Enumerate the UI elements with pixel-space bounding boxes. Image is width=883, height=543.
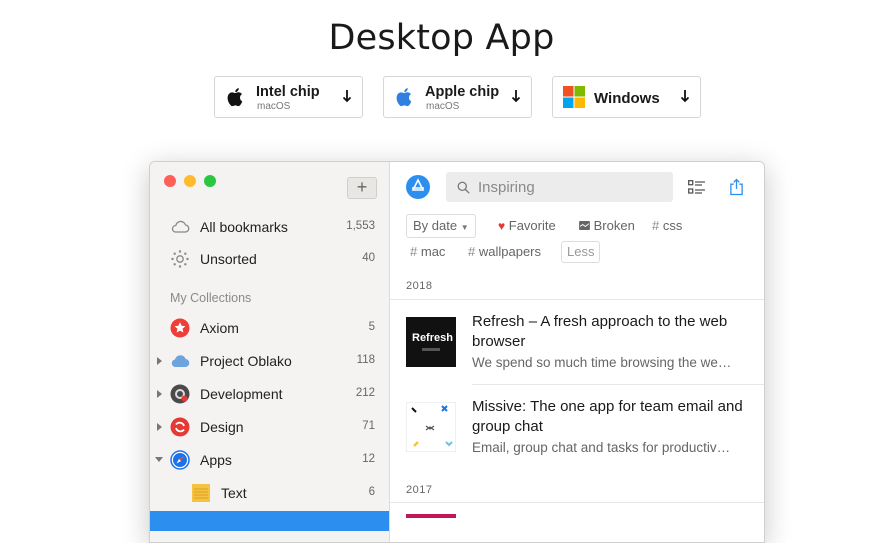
search-placeholder: Inspiring — [478, 179, 535, 196]
star-badge-icon — [170, 318, 190, 338]
expand-triangle-icon[interactable] — [157, 357, 162, 365]
hash-icon: # — [410, 244, 418, 259]
sidebar-item-label: Apps — [200, 452, 232, 468]
selected-sidebar-item[interactable] — [150, 511, 389, 531]
sidebar-item-count: 71 — [362, 420, 375, 432]
cloud-icon — [171, 355, 190, 368]
sidebar-item-text[interactable]: Text 6 — [150, 480, 389, 506]
filter-label: Broken — [593, 218, 635, 233]
download-arrow-icon — [511, 90, 521, 103]
raindrop-app-icon — [406, 175, 430, 199]
apple-chip-label: Apple chip — [425, 84, 500, 100]
cloud-icon — [171, 220, 190, 233]
sidebar-item-count: 6 — [368, 486, 375, 498]
collapse-triangle-icon[interactable] — [155, 457, 163, 462]
year-header: 2018 — [406, 280, 433, 292]
bookmark-title: Missive: The one app for team email and … — [472, 398, 743, 435]
bookmarks-pane: Inspiring By date ▼ ♥ Favorite Broken # … — [390, 162, 764, 542]
download-windows-button[interactable]: Windows — [552, 76, 701, 118]
download-apple-silicon-button[interactable]: Apple chip macOS — [383, 76, 532, 118]
sidebar-item-development[interactable]: Development 212 — [150, 381, 389, 407]
search-input[interactable]: Inspiring — [446, 172, 673, 202]
chevron-down-icon: ▼ — [460, 223, 469, 232]
view-mode-icon[interactable] — [688, 180, 706, 196]
hash-icon: # — [652, 218, 660, 233]
page-title: Desktop App — [328, 18, 555, 58]
sidebar-item-label: Text — [221, 485, 247, 501]
close-window-button[interactable] — [164, 175, 176, 187]
zoom-window-button[interactable] — [204, 175, 216, 187]
sidebar-item-apps[interactable]: Apps 12 — [150, 447, 389, 473]
filter-label: css — [662, 218, 683, 233]
sidebar-item-count: 12 — [362, 453, 375, 465]
windows-icon — [563, 86, 585, 108]
sort-label: By date — [413, 218, 458, 233]
download-intel-button[interactable]: Intel chip macOS — [214, 76, 363, 118]
intel-chip-label: Intel chip — [256, 84, 320, 100]
compass-icon — [170, 450, 190, 470]
bookmark-title: Refresh – A fresh approach to the web br… — [472, 313, 728, 350]
filter-tag-mac[interactable]: # mac — [410, 244, 445, 259]
filter-label: wallpapers — [478, 244, 542, 259]
apple-os-label: macOS — [426, 101, 460, 112]
broken-image-icon — [579, 221, 590, 230]
sidebar-item-axiom[interactable]: Axiom 5 — [150, 315, 389, 341]
bookmark-excerpt: We spend so much time browsing the we… — [472, 355, 732, 370]
dotted-circle-icon — [171, 250, 189, 268]
divider — [390, 502, 764, 503]
filter-favorite[interactable]: ♥ Favorite — [498, 218, 556, 233]
sidebar-item-count: 212 — [355, 387, 375, 399]
filter-label: mac — [420, 244, 446, 259]
sidebar-item-count: 5 — [368, 321, 375, 333]
filter-label: Favorite — [508, 218, 556, 233]
download-arrow-icon — [680, 90, 690, 103]
apple-icon — [396, 88, 412, 107]
sidebar-item-count: 40 — [362, 252, 375, 264]
swirl-icon — [170, 417, 190, 437]
search-icon — [457, 181, 470, 194]
gear-icon — [170, 384, 190, 404]
expand-triangle-icon[interactable] — [157, 423, 162, 431]
bookmark-thumbnail: Refresh — [406, 317, 456, 367]
sidebar-item-all-bookmarks[interactable]: All bookmarks 1,553 — [150, 214, 389, 240]
heart-icon: ♥ — [498, 219, 506, 233]
sidebar: + All bookmarks 1,553 Unsorted 40 My Col… — [150, 162, 390, 542]
less-filters-button[interactable]: Less — [561, 241, 601, 263]
hash-icon: # — [468, 244, 476, 259]
sidebar-item-label: All bookmarks — [200, 219, 288, 235]
divider — [472, 384, 764, 385]
bookmark-excerpt: Email, group chat and tasks for producti… — [472, 440, 731, 455]
collections-section-title: My Collections — [170, 291, 252, 305]
intel-os-label: macOS — [257, 101, 291, 112]
apple-icon — [227, 88, 243, 107]
sidebar-item-label: Design — [200, 419, 244, 435]
notepad-icon — [192, 484, 210, 502]
sidebar-item-label: Development — [200, 386, 283, 402]
windows-label: Windows — [594, 90, 660, 107]
download-arrow-icon — [342, 90, 352, 103]
expand-triangle-icon[interactable] — [157, 390, 162, 398]
share-icon[interactable] — [729, 178, 744, 196]
thumbnail-text: Refresh — [412, 332, 453, 344]
filter-tag-wallpapers[interactable]: # wallpapers — [468, 244, 541, 259]
bookmark-thumbnail-partial — [406, 514, 456, 518]
divider — [390, 299, 764, 300]
sidebar-item-label: Project Oblako — [200, 353, 292, 369]
sidebar-item-design[interactable]: Design 71 — [150, 414, 389, 440]
filter-tag-css[interactable]: # css — [652, 218, 682, 233]
sidebar-item-label: Unsorted — [200, 251, 257, 267]
sort-dropdown[interactable]: By date ▼ — [406, 214, 476, 238]
minimize-window-button[interactable] — [184, 175, 196, 187]
add-collection-button[interactable]: + — [347, 177, 377, 199]
sidebar-item-count: 118 — [356, 354, 375, 366]
sidebar-item-project-oblako[interactable]: Project Oblako 118 — [150, 348, 389, 374]
year-header: 2017 — [406, 484, 433, 496]
sidebar-item-count: 1,553 — [346, 220, 375, 232]
sidebar-item-unsorted[interactable]: Unsorted 40 — [150, 246, 389, 272]
app-window: + All bookmarks 1,553 Unsorted 40 My Col… — [149, 161, 765, 543]
filter-broken[interactable]: Broken — [579, 218, 635, 233]
sidebar-item-label: Axiom — [200, 320, 239, 336]
bookmark-thumbnail — [406, 402, 456, 452]
